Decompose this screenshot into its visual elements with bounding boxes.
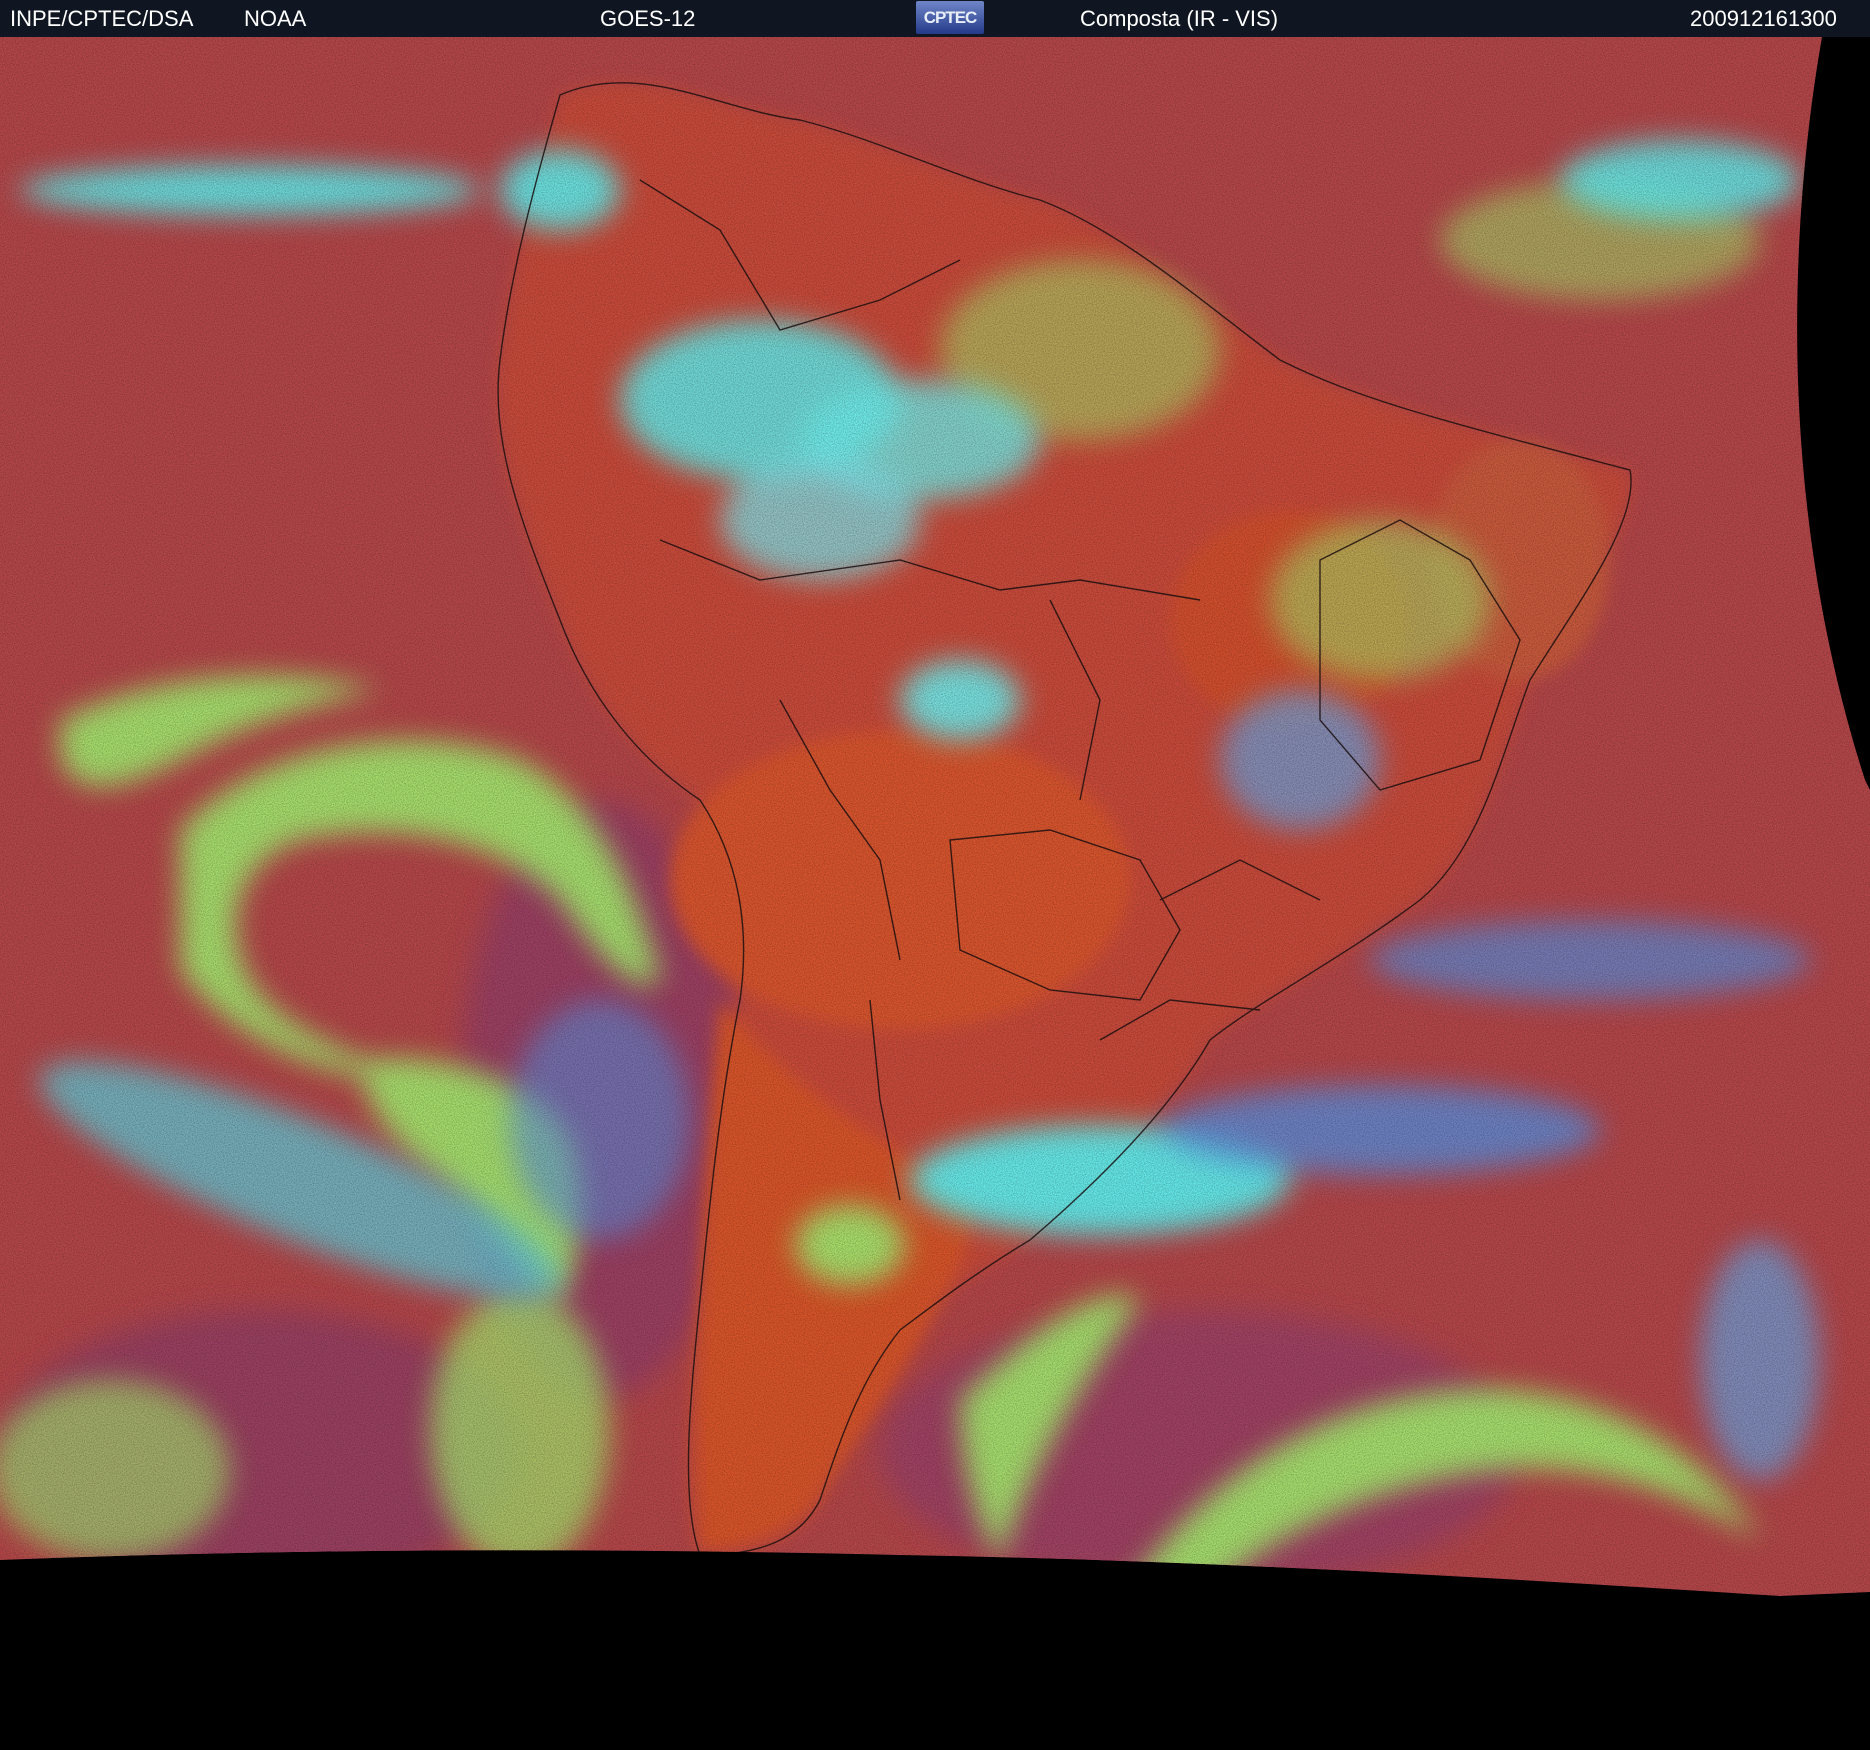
timestamp-label: 200912161300 [1690,6,1837,31]
satellite-composite-image [0,37,1870,1750]
image-header-bar: INPE/CPTEC/DSA NOAA GOES-12 CPTEC Compos… [0,0,1870,37]
product-label: Composta (IR - VIS) [1080,6,1279,31]
satellite-label: GOES-12 [600,6,696,31]
agency-label: INPE/CPTEC/DSA [10,6,194,31]
cptec-logo: CPTEC [916,1,984,34]
earth-disk [0,37,1870,1596]
provider-label: NOAA [244,6,307,31]
